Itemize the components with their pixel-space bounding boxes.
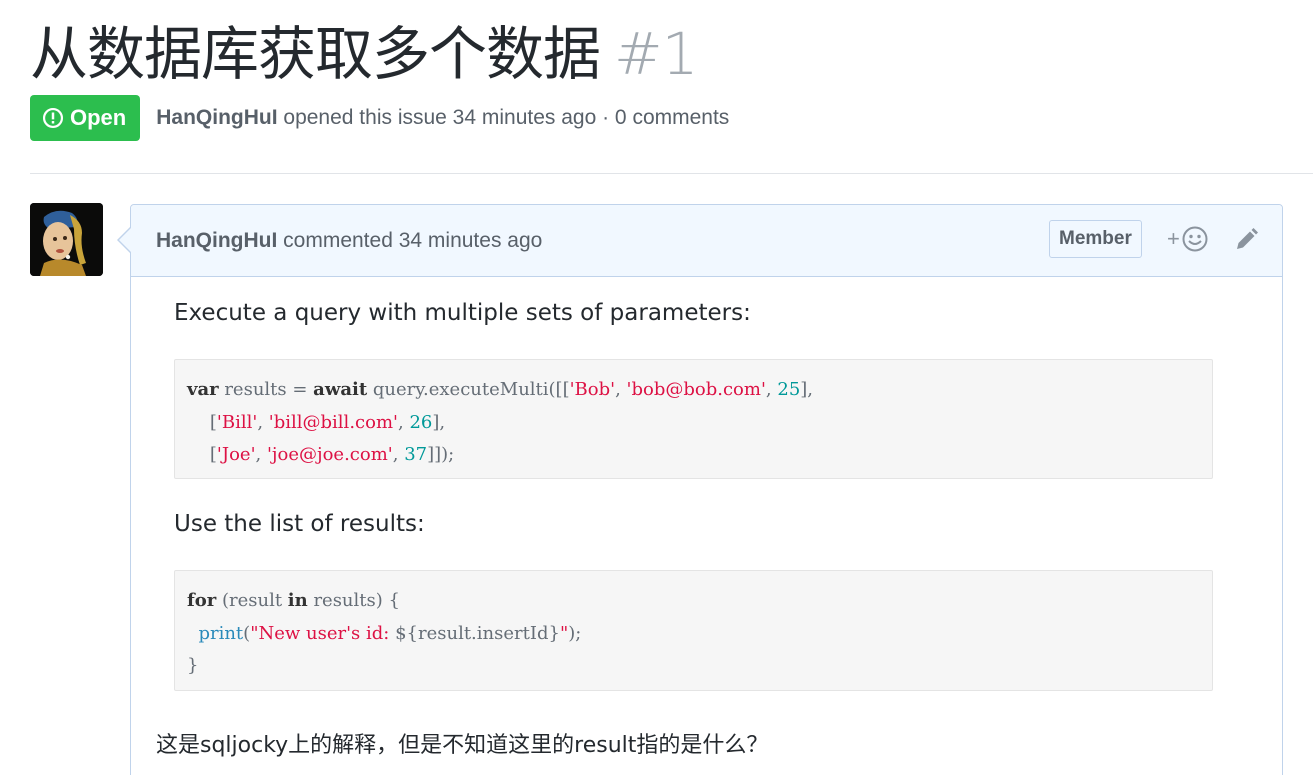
code-token: (result <box>216 590 288 611</box>
issue-title-text: 从数据库获取多个数据 <box>30 20 601 88</box>
member-badge: Member <box>1049 220 1142 258</box>
code-token: , <box>765 379 778 400</box>
pencil-icon <box>1237 228 1258 249</box>
state-badge: Open <box>30 95 141 141</box>
issue-author-link[interactable]: HanQingHuI <box>156 106 277 129</box>
code-token: for <box>187 590 217 611</box>
code-token: 'Bill' <box>216 411 258 433</box>
code-token: [ <box>187 411 217 433</box>
code-token: query.executeMulti([[ <box>367 379 570 400</box>
edit-comment-button[interactable] <box>1233 227 1259 258</box>
body-paragraph: 这是sqljocky上的解释，但是不知道这里的result指的是什么？ <box>156 733 769 758</box>
code-token: 25 <box>777 379 801 400</box>
reaction-plus: + <box>1167 226 1180 251</box>
comment-action: commented 34 minutes ago <box>277 228 543 252</box>
code-token: "New user's id: <box>250 622 396 644</box>
issue-title: 从数据库获取多个数据 #1 <box>30 18 699 90</box>
code-token: ], <box>432 411 446 433</box>
comment: HanQingHuI commented 34 minutes ago Memb… <box>117 204 1283 775</box>
add-reaction-button[interactable]: + <box>1167 226 1208 252</box>
code-token: , <box>397 411 410 433</box>
code-token: print <box>198 622 244 644</box>
avatar[interactable] <box>30 203 103 276</box>
code-token: [ <box>187 444 217 465</box>
code-token: 'joe@joe.com' <box>266 444 393 465</box>
code-token: ${result.insertId} <box>395 622 560 644</box>
code-block: for (result in results) { print("New use… <box>174 570 1213 691</box>
state-label: Open <box>70 105 127 130</box>
code-token: , <box>392 444 405 465</box>
meta-rest: opened this issue 34 minutes ago · 0 com… <box>277 106 730 129</box>
code-block: var results = await query.executeMulti([… <box>174 359 1213 479</box>
code-token: ); <box>568 622 582 644</box>
code-token: 37 <box>404 444 428 465</box>
code-token: " <box>559 622 569 644</box>
body-paragraph: Execute a query with multiple sets of pa… <box>174 300 751 326</box>
code-token: 26 <box>409 411 433 433</box>
body-paragraph: Use the list of results: <box>174 511 425 537</box>
code-token: , <box>257 411 269 433</box>
comment-author-link[interactable]: HanQingHuI <box>156 229 277 252</box>
code-token: results) { <box>307 590 400 611</box>
code-token: ]]); <box>427 444 455 465</box>
issue-opened-icon <box>42 107 64 129</box>
code-token: } <box>187 655 199 676</box>
code-token: in <box>287 590 308 611</box>
comment-header-text: HanQingHuI commented 34 minutes ago <box>156 229 542 253</box>
avatar-image <box>30 203 103 276</box>
code-token: , <box>615 379 627 400</box>
code-token: 'Joe' <box>216 444 256 465</box>
issue-meta: Open HanQingHuI opened this issue 34 min… <box>30 95 729 141</box>
code-token: var <box>187 379 219 400</box>
meta-text: HanQingHuI opened this issue 34 minutes … <box>156 106 729 130</box>
code-token: , <box>255 444 267 465</box>
code-token: 'Bob' <box>569 379 616 400</box>
header-divider <box>30 173 1313 174</box>
code-token: await <box>313 379 368 400</box>
comment-header: HanQingHuI commented 34 minutes ago Memb… <box>131 205 1282 277</box>
code-token: 'bob@bob.com' <box>626 379 766 400</box>
code-token: ], <box>800 379 814 400</box>
issue-number: #1 <box>614 20 698 88</box>
issue-page: 从数据库获取多个数据 #1 Open HanQingHuI opened this… <box>0 0 1313 775</box>
code-token: results = <box>218 379 314 400</box>
code-token: 'bill@bill.com' <box>268 411 398 433</box>
smiley-icon <box>1182 226 1208 252</box>
